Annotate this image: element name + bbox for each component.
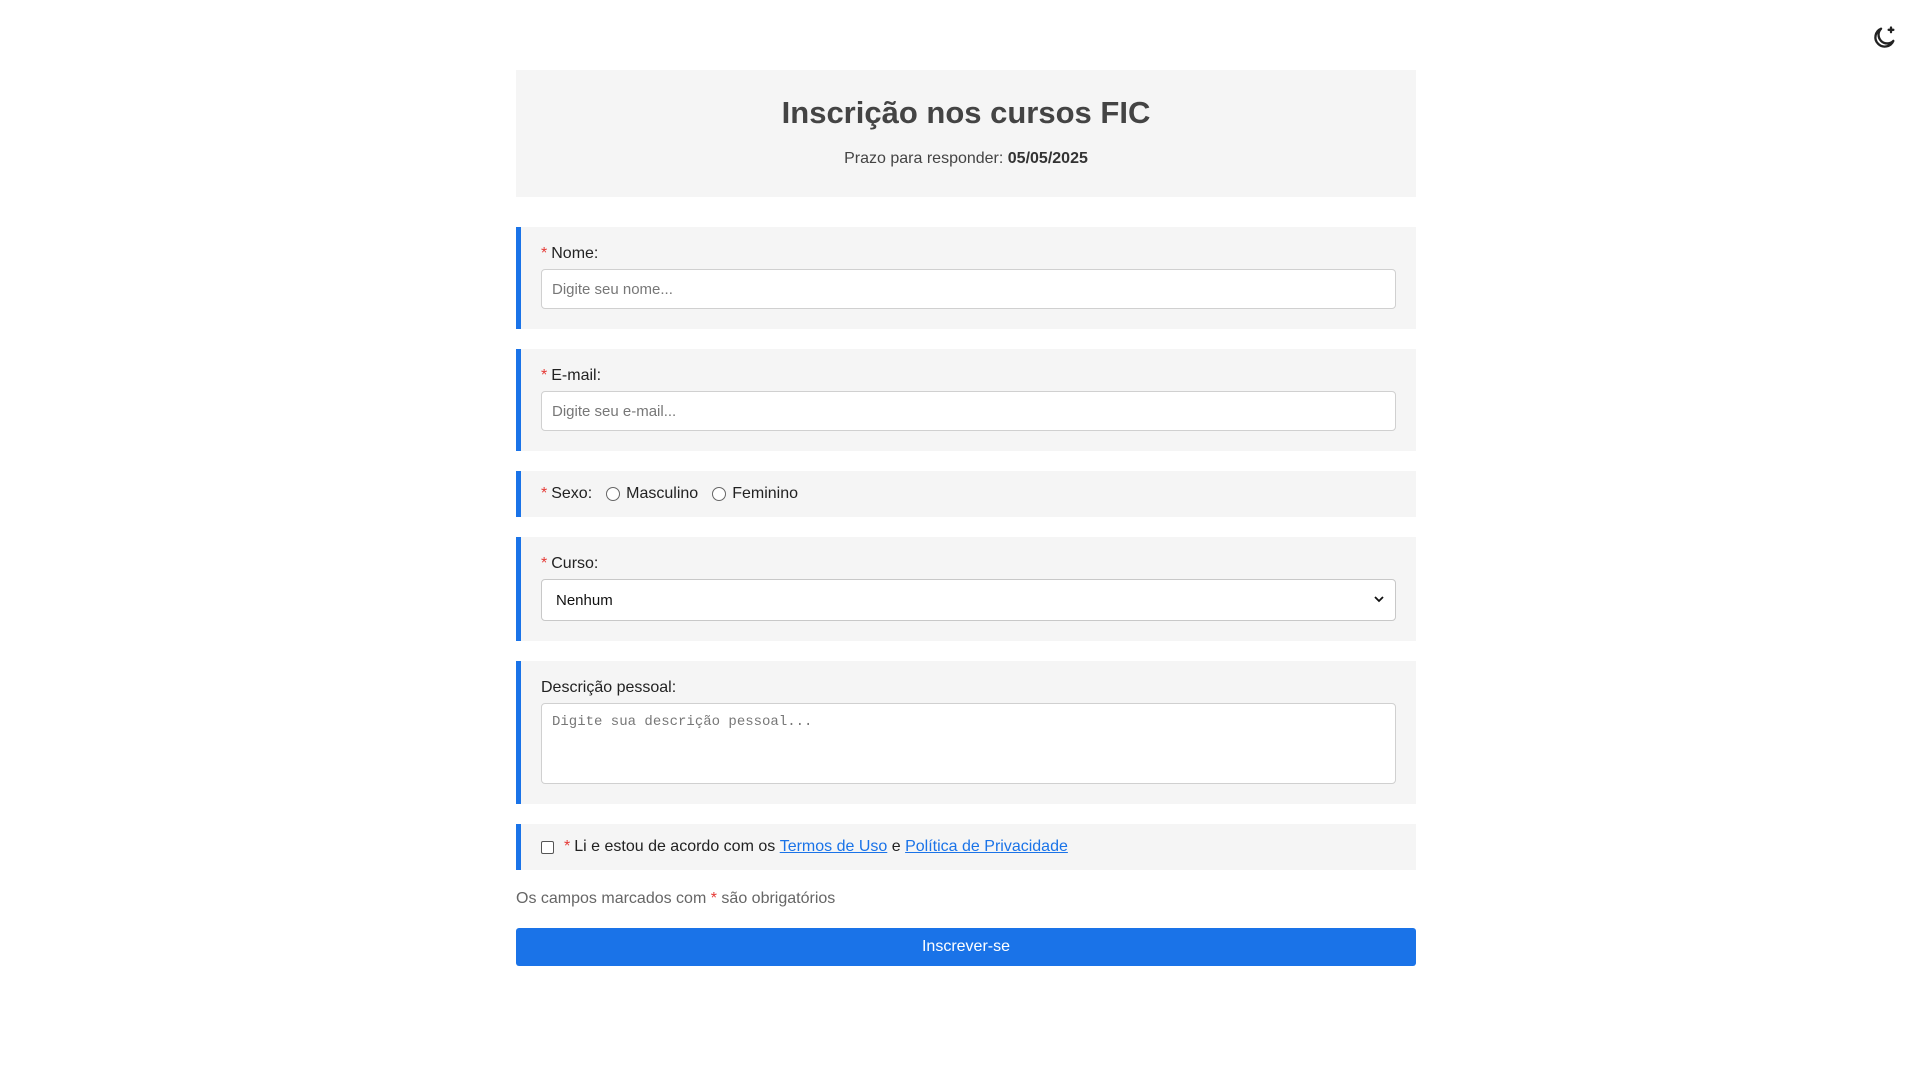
required-mark: * <box>541 485 548 502</box>
deadline: Prazo para responder: 05/05/2025 <box>516 150 1416 168</box>
required-mark: * <box>564 838 571 855</box>
name-label: * Nome: <box>541 245 599 262</box>
terms-of-use-link[interactable]: Termos de Uso <box>780 838 888 856</box>
email-field-group: * E-mail: <box>516 349 1416 451</box>
deadline-label: Prazo para responder: <box>844 150 1004 167</box>
course-select[interactable]: Nenhum <box>541 579 1396 621</box>
email-label: * E-mail: <box>541 367 602 384</box>
privacy-policy-link[interactable]: Política de Privacidade <box>905 838 1068 856</box>
page-title: Inscrição nos cursos FIC <box>781 95 1151 130</box>
required-mark: * <box>541 245 548 262</box>
terms-text: Li e estou de acordo com os <box>574 838 776 855</box>
sex-field-group: * Sexo: Masculino Feminino <box>516 471 1416 517</box>
radio-masculino[interactable] <box>606 487 621 501</box>
radio-label-masculino[interactable]: Masculino <box>626 485 698 503</box>
course-label: * Curso: <box>541 555 599 572</box>
signup-form: Inscrição nos cursos FIC Prazo para resp… <box>516 70 1416 966</box>
terms-field-group: * Li e estou de acordo com os Termos de … <box>516 824 1416 870</box>
form-header: Inscrição nos cursos FIC Prazo para resp… <box>516 70 1416 197</box>
name-field-group: * Nome: <box>516 227 1416 329</box>
radio-label-feminino[interactable]: Feminino <box>732 485 798 503</box>
email-input[interactable] <box>541 391 1396 431</box>
required-mark: * <box>541 555 548 572</box>
chevron-down-icon <box>1374 596 1384 603</box>
required-fields-note: Os campos marcados com * são obrigatório… <box>516 890 836 907</box>
name-input[interactable] <box>541 269 1396 309</box>
moon-star-icon <box>1874 26 1895 48</box>
description-label: Descrição pessoal: <box>541 679 677 696</box>
terms-checkbox[interactable] <box>541 840 554 854</box>
required-mark: * <box>541 367 548 384</box>
required-mark: * <box>710 890 717 907</box>
deadline-value: 05/05/2025 <box>1007 150 1088 167</box>
radio-feminino[interactable] <box>712 487 727 501</box>
description-textarea[interactable] <box>541 703 1396 784</box>
submit-button[interactable]: Inscrever-se <box>516 928 1416 966</box>
theme-toggle-button[interactable] <box>1868 22 1900 54</box>
description-field-group: Descrição pessoal: <box>516 661 1416 804</box>
sex-label: Sexo: <box>551 485 593 502</box>
course-field-group: * Curso: Nenhum <box>516 537 1416 641</box>
terms-and-text: e <box>891 838 901 855</box>
course-selected-value: Nenhum <box>556 591 613 609</box>
